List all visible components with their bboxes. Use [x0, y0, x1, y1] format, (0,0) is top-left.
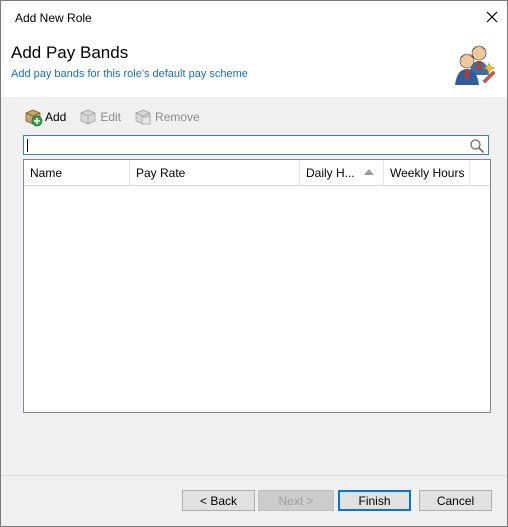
add-new-role-dialog: Add New Role Add Pay Bands Add pay bands… — [0, 0, 508, 527]
remove-button[interactable]: Remove — [133, 106, 200, 128]
search-input[interactable] — [23, 135, 489, 155]
page-title: Add Pay Bands — [11, 43, 129, 62]
edit-icon — [81, 109, 96, 125]
pay-bands-toolbar: Add Edit Remove — [23, 105, 489, 129]
wizard-header: Add Pay Bands Add pay bands for this rol… — [1, 33, 507, 93]
column-header-weekly-hours[interactable]: Weekly Hours — [384, 160, 470, 186]
add-button[interactable]: Add — [23, 106, 66, 128]
finish-button[interactable]: Finish — [338, 490, 411, 511]
column-header-pay-rate-label: Pay Rate — [136, 166, 186, 180]
close-icon — [486, 11, 498, 23]
add-button-label: Add — [45, 110, 67, 124]
page-subtitle: Add pay bands for this role's default pa… — [11, 68, 248, 80]
column-header-pay-rate[interactable]: Pay Rate — [130, 160, 300, 186]
title-bar: Add New Role — [1, 1, 507, 33]
column-header-daily-hours-label: Daily H... — [306, 166, 355, 180]
edit-button-label: Edit — [100, 110, 122, 124]
window-title: Add New Role — [15, 11, 92, 25]
cancel-button[interactable]: Cancel — [419, 490, 492, 511]
next-button[interactable]: Next > — [258, 490, 334, 511]
table-header: Name Pay Rate Daily H... Weekly Hours — [24, 160, 490, 186]
people-icon — [455, 45, 496, 85]
remove-icon — [135, 109, 151, 125]
add-icon — [25, 109, 43, 127]
search-icon[interactable] — [469, 138, 485, 154]
remove-button-label: Remove — [155, 110, 200, 124]
edit-button[interactable]: Edit — [78, 106, 121, 128]
column-header-weekly-hours-label: Weekly Hours — [390, 166, 465, 180]
column-header-name[interactable]: Name — [24, 160, 130, 186]
sort-ascending-icon — [364, 169, 374, 175]
back-button[interactable]: < Back — [182, 490, 255, 511]
column-header-name-label: Name — [30, 166, 63, 180]
close-button[interactable] — [477, 1, 507, 33]
text-caret — [27, 139, 28, 152]
column-header-daily-hours[interactable]: Daily H... — [300, 160, 384, 186]
pay-bands-table[interactable]: Name Pay Rate Daily H... Weekly Hours — [23, 159, 491, 413]
